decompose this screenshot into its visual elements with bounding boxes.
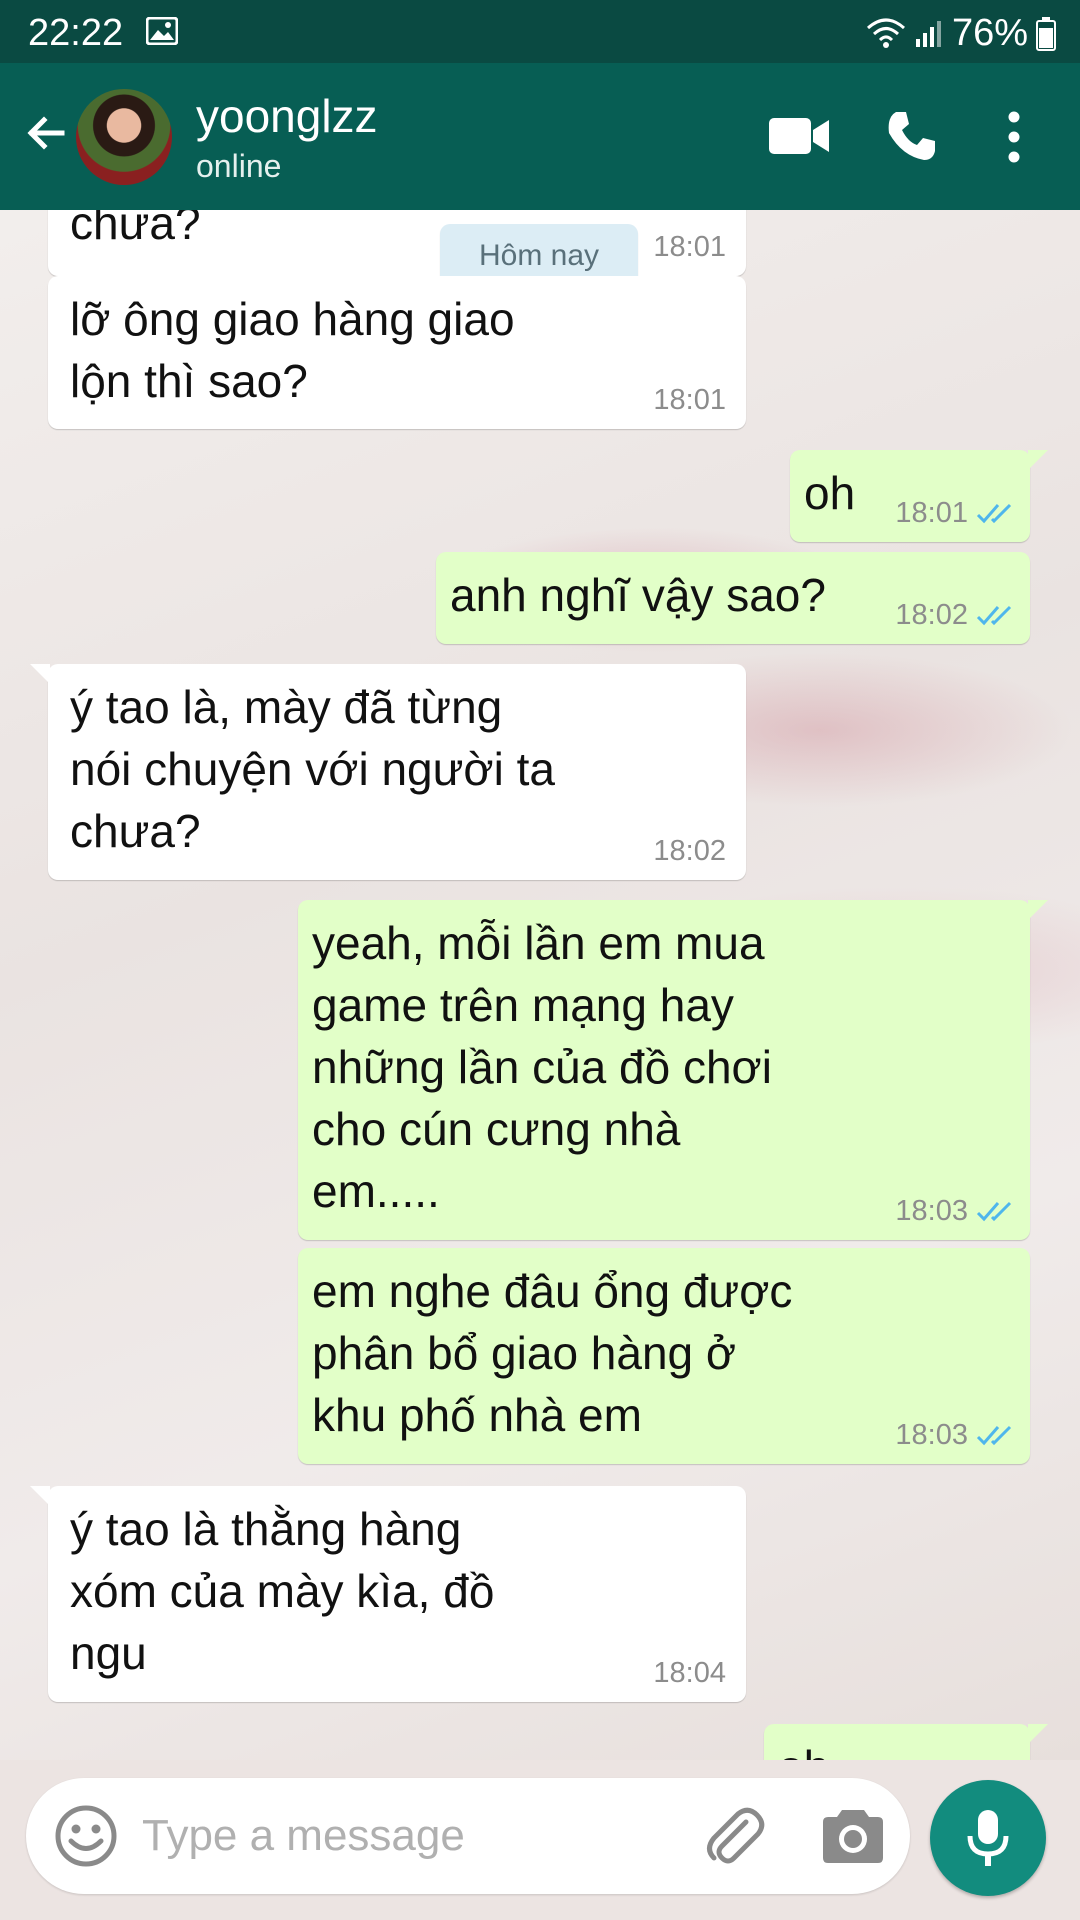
message-meta: 18:01 [895,498,1016,528]
message-input[interactable] [142,1802,682,1870]
signal-icon [915,20,941,47]
message-text: ý tao là, mày đã từng nói chuyện với ngư… [70,681,555,857]
contact-status: online [196,148,282,184]
read-ticks-icon [976,1425,1012,1446]
message-composer [26,1778,910,1894]
battery-level: 76% [951,12,1028,54]
status-bar: 22:22 76% [0,0,1080,63]
message-time: 18:03 [895,1419,968,1451]
chat-messages[interactable]: chưa? 18:01 Hôm nay lỡ ông giao hàng gia… [0,210,1080,1760]
gallery-notification-icon [146,17,178,45]
message-bubble[interactable]: ý tao là, mày đã từng nói chuyện với ngư… [30,664,746,880]
message-time: 18:01 [653,384,726,416]
battery-icon [1036,16,1056,51]
emoji-icon[interactable] [54,1804,118,1868]
message-bubble[interactable]: ý tao là thằng hàng xóm của mày kìa, đồ … [30,1486,746,1702]
video-camera-icon[interactable] [768,113,830,159]
bubble-tail [1028,900,1048,920]
message-text: lỡ ông giao hàng giao lộn thì sao? [70,293,515,407]
read-ticks-icon [976,503,1012,524]
message-text: oh [778,1736,829,1760]
bubble-tail [1028,450,1048,470]
phone-icon[interactable] [884,109,938,163]
message-bubble[interactable]: em nghe đâu ổng được phân bổ giao hàng ở… [298,1248,1030,1464]
message-text: em nghe đâu ổng được phân bổ giao hàng ở… [312,1265,793,1441]
avatar[interactable] [76,89,172,185]
arrow-left-icon[interactable] [22,109,70,157]
bubble-tail [30,1486,50,1506]
message-bubble[interactable]: lỡ ông giao hàng giao lộn thì sao? 18:01 [48,276,746,429]
message-meta: 18:02 [653,836,726,866]
voice-record-button[interactable] [930,1780,1046,1896]
message-time: 18:04 [653,1657,726,1689]
message-time: 18:02 [653,835,726,867]
microphone-icon [967,1810,1009,1866]
message-time: 18:01 [653,231,726,263]
wifi-icon [866,18,905,48]
message-meta: 18:01 [653,385,726,415]
message-bubble[interactable]: oh 18:01 [790,450,1048,542]
message-bubble[interactable]: yeah, mỗi lần em mua game trên mạng hay … [298,900,1048,1240]
message-bubble[interactable]: chưa? 18:01 [48,210,746,276]
camera-icon[interactable] [822,1806,884,1864]
chat-header: yoonglzz online [0,63,1080,210]
message-bubble[interactable]: oh [764,1724,1048,1760]
status-indicators: 76% [866,12,1056,55]
read-ticks-icon [976,605,1012,626]
status-time: 22:22 [28,12,124,54]
contact-name[interactable]: yoonglzz [196,89,378,143]
message-meta: 18:01 [653,232,726,262]
read-ticks-icon [976,1201,1012,1222]
message-text: oh [804,467,856,519]
paperclip-icon[interactable] [702,1804,766,1868]
bubble-tail [1028,1724,1048,1744]
message-meta: 18:03 [895,1196,1016,1226]
message-bubble[interactable]: anh nghĩ vậy sao? 18:02 [436,552,1030,644]
message-meta: 18:02 [895,600,1016,630]
message-meta: 18:03 [895,1420,1016,1450]
message-time: 18:01 [895,497,968,529]
message-time: 18:02 [895,599,968,631]
message-meta: 18:04 [653,1658,726,1688]
message-text: yeah, mỗi lần em mua game trên mạng hay … [312,917,772,1217]
more-vertical-icon[interactable] [1002,111,1026,163]
bubble-tail [30,664,50,684]
message-time: 18:03 [895,1195,968,1227]
message-text: chưa? [70,210,201,249]
message-text: ý tao là thằng hàng xóm của mày kìa, đồ … [70,1503,495,1679]
message-text: anh nghĩ vậy sao? [450,569,826,621]
